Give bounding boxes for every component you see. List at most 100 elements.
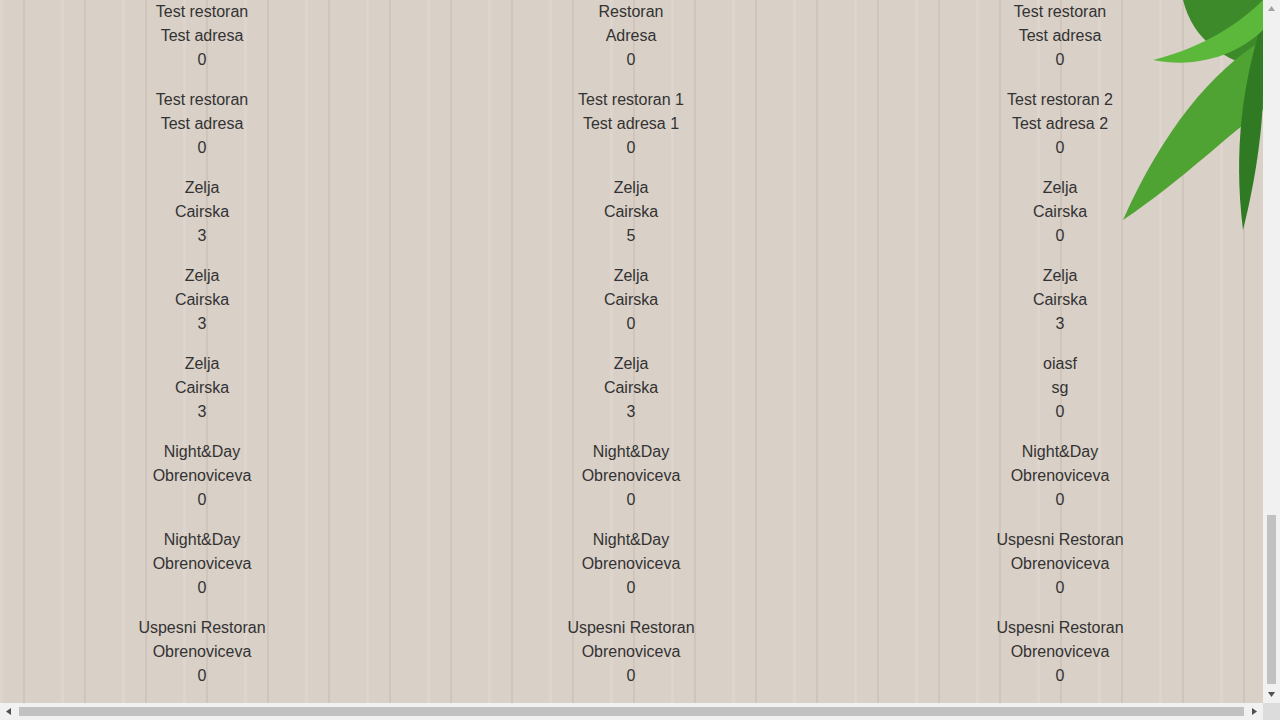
restaurant-card[interactable]: Night&Day Obrenoviceva 0 xyxy=(858,440,1262,512)
restaurant-name: Zelja xyxy=(185,264,220,288)
restaurant-address: Cairska xyxy=(175,200,229,224)
restaurant-card[interactable]: Night&Day Obrenoviceva 0 xyxy=(0,528,404,600)
restaurant-address: Test adresa xyxy=(161,112,244,136)
restaurant-count: 0 xyxy=(198,488,207,512)
restaurant-address: Obrenoviceva xyxy=(153,552,252,576)
scroll-right-icon[interactable] xyxy=(1246,703,1263,720)
restaurant-count: 0 xyxy=(1056,48,1065,72)
restaurant-card[interactable]: Night&Day Obrenoviceva 0 xyxy=(404,440,858,512)
restaurant-name: Uspesni Restoran xyxy=(567,616,694,640)
restaurant-address: Test adresa xyxy=(161,24,244,48)
restaurant-name: Test restoran xyxy=(156,88,248,112)
restaurant-card[interactable]: Zelja Cairska 3 xyxy=(858,264,1262,336)
restaurant-count: 3 xyxy=(627,400,636,424)
restaurant-address: Test adresa xyxy=(1019,24,1102,48)
restaurant-address: Test adresa 1 xyxy=(583,112,679,136)
restaurant-count: 0 xyxy=(198,576,207,600)
page: Test restoran Test adresa 0Restoran Adre… xyxy=(0,0,1263,703)
restaurant-name: Zelja xyxy=(614,176,649,200)
restaurant-count: 0 xyxy=(627,48,636,72)
restaurant-card[interactable]: oiasf sg 0 xyxy=(858,352,1262,424)
restaurant-address: Test adresa 2 xyxy=(1012,112,1108,136)
restaurant-card[interactable]: Zelja Cairska 3 xyxy=(0,352,404,424)
restaurant-count: 3 xyxy=(1056,312,1065,336)
restaurant-name: Night&Day xyxy=(1022,440,1098,464)
restaurant-name: Zelja xyxy=(614,264,649,288)
restaurant-count: 3 xyxy=(198,400,207,424)
restaurant-count: 0 xyxy=(1056,664,1065,688)
restaurant-card[interactable]: Uspesni Restoran Obrenoviceva 0 xyxy=(404,616,858,688)
restaurant-count: 0 xyxy=(627,664,636,688)
restaurant-count: 0 xyxy=(1056,576,1065,600)
restaurant-count: 0 xyxy=(627,488,636,512)
restaurant-address: Obrenoviceva xyxy=(582,464,681,488)
restaurant-card[interactable]: Zelja Cairska 3 xyxy=(0,176,404,248)
restaurant-name: Test restoran xyxy=(156,0,248,24)
restaurant-count: 5 xyxy=(627,224,636,248)
restaurant-grid: Test restoran Test adresa 0Restoran Adre… xyxy=(0,0,1263,688)
restaurant-card[interactable]: Test restoran 1 Test adresa 1 0 xyxy=(404,88,858,160)
scrollbar-thumb[interactable] xyxy=(19,707,1244,716)
restaurant-address: sg xyxy=(1052,376,1069,400)
restaurant-name: Restoran xyxy=(599,0,664,24)
horizontal-scrollbar[interactable] xyxy=(0,703,1280,720)
scroll-left-icon[interactable] xyxy=(0,703,17,720)
restaurant-address: Cairska xyxy=(175,288,229,312)
browser-viewport: Test restoran Test adresa 0Restoran Adre… xyxy=(0,0,1280,720)
restaurant-name: Night&Day xyxy=(593,528,669,552)
restaurant-name: Test restoran 1 xyxy=(578,88,684,112)
restaurant-name: Zelja xyxy=(185,352,220,376)
restaurant-card[interactable]: Night&Day Obrenoviceva 0 xyxy=(404,528,858,600)
restaurant-card[interactable]: Zelja Cairska 3 xyxy=(0,264,404,336)
restaurant-count: 0 xyxy=(627,312,636,336)
restaurant-name: Zelja xyxy=(614,352,649,376)
restaurant-address: Cairska xyxy=(175,376,229,400)
restaurant-name: Night&Day xyxy=(164,440,240,464)
scroll-up-icon[interactable] xyxy=(1263,0,1280,17)
restaurant-count: 0 xyxy=(627,576,636,600)
restaurant-address: Cairska xyxy=(604,288,658,312)
scrollbar-thumb[interactable] xyxy=(1267,515,1276,684)
restaurant-count: 0 xyxy=(627,136,636,160)
restaurant-count: 3 xyxy=(198,224,207,248)
restaurant-name: Test restoran xyxy=(1014,0,1106,24)
restaurant-name: Uspesni Restoran xyxy=(996,616,1123,640)
restaurant-count: 0 xyxy=(1056,224,1065,248)
restaurant-card[interactable]: Zelja Cairska 5 xyxy=(404,176,858,248)
vertical-scrollbar[interactable] xyxy=(1263,0,1280,703)
scroll-down-icon[interactable] xyxy=(1263,686,1280,703)
restaurant-address: Obrenoviceva xyxy=(1011,552,1110,576)
restaurant-name: Zelja xyxy=(1043,264,1078,288)
restaurant-count: 0 xyxy=(198,48,207,72)
restaurant-count: 0 xyxy=(198,664,207,688)
restaurant-address: Cairska xyxy=(604,200,658,224)
restaurant-address: Obrenoviceva xyxy=(153,640,252,664)
restaurant-address: Cairska xyxy=(604,376,658,400)
restaurant-card[interactable]: Zelja Cairska 0 xyxy=(404,264,858,336)
restaurant-address: Obrenoviceva xyxy=(1011,640,1110,664)
restaurant-name: Uspesni Restoran xyxy=(996,528,1123,552)
restaurant-address: Obrenoviceva xyxy=(582,640,681,664)
restaurant-address: Obrenoviceva xyxy=(582,552,681,576)
restaurant-name: oiasf xyxy=(1043,352,1077,376)
restaurant-name: Zelja xyxy=(1043,176,1078,200)
restaurant-name: Test restoran 2 xyxy=(1007,88,1113,112)
restaurant-card[interactable]: Uspesni Restoran Obrenoviceva 0 xyxy=(0,616,404,688)
restaurant-card[interactable]: Restoran Adresa 0 xyxy=(404,0,858,72)
restaurant-card[interactable]: Zelja Cairska 3 xyxy=(404,352,858,424)
restaurant-card[interactable]: Zelja Cairska 0 xyxy=(858,176,1262,248)
restaurant-card[interactable]: Uspesni Restoran Obrenoviceva 0 xyxy=(858,616,1262,688)
restaurant-name: Night&Day xyxy=(593,440,669,464)
restaurant-card[interactable]: Test restoran Test adresa 0 xyxy=(0,0,404,72)
restaurant-card[interactable]: Night&Day Obrenoviceva 0 xyxy=(0,440,404,512)
restaurant-card[interactable]: Test restoran Test adresa 0 xyxy=(0,88,404,160)
restaurant-count: 3 xyxy=(198,312,207,336)
restaurant-name: Night&Day xyxy=(164,528,240,552)
restaurant-address: Cairska xyxy=(1033,288,1087,312)
restaurant-count: 0 xyxy=(1056,488,1065,512)
restaurant-address: Obrenoviceva xyxy=(153,464,252,488)
restaurant-address: Obrenoviceva xyxy=(1011,464,1110,488)
restaurant-count: 0 xyxy=(1056,136,1065,160)
restaurant-card[interactable]: Uspesni Restoran Obrenoviceva 0 xyxy=(858,528,1262,600)
restaurant-name: Zelja xyxy=(185,176,220,200)
